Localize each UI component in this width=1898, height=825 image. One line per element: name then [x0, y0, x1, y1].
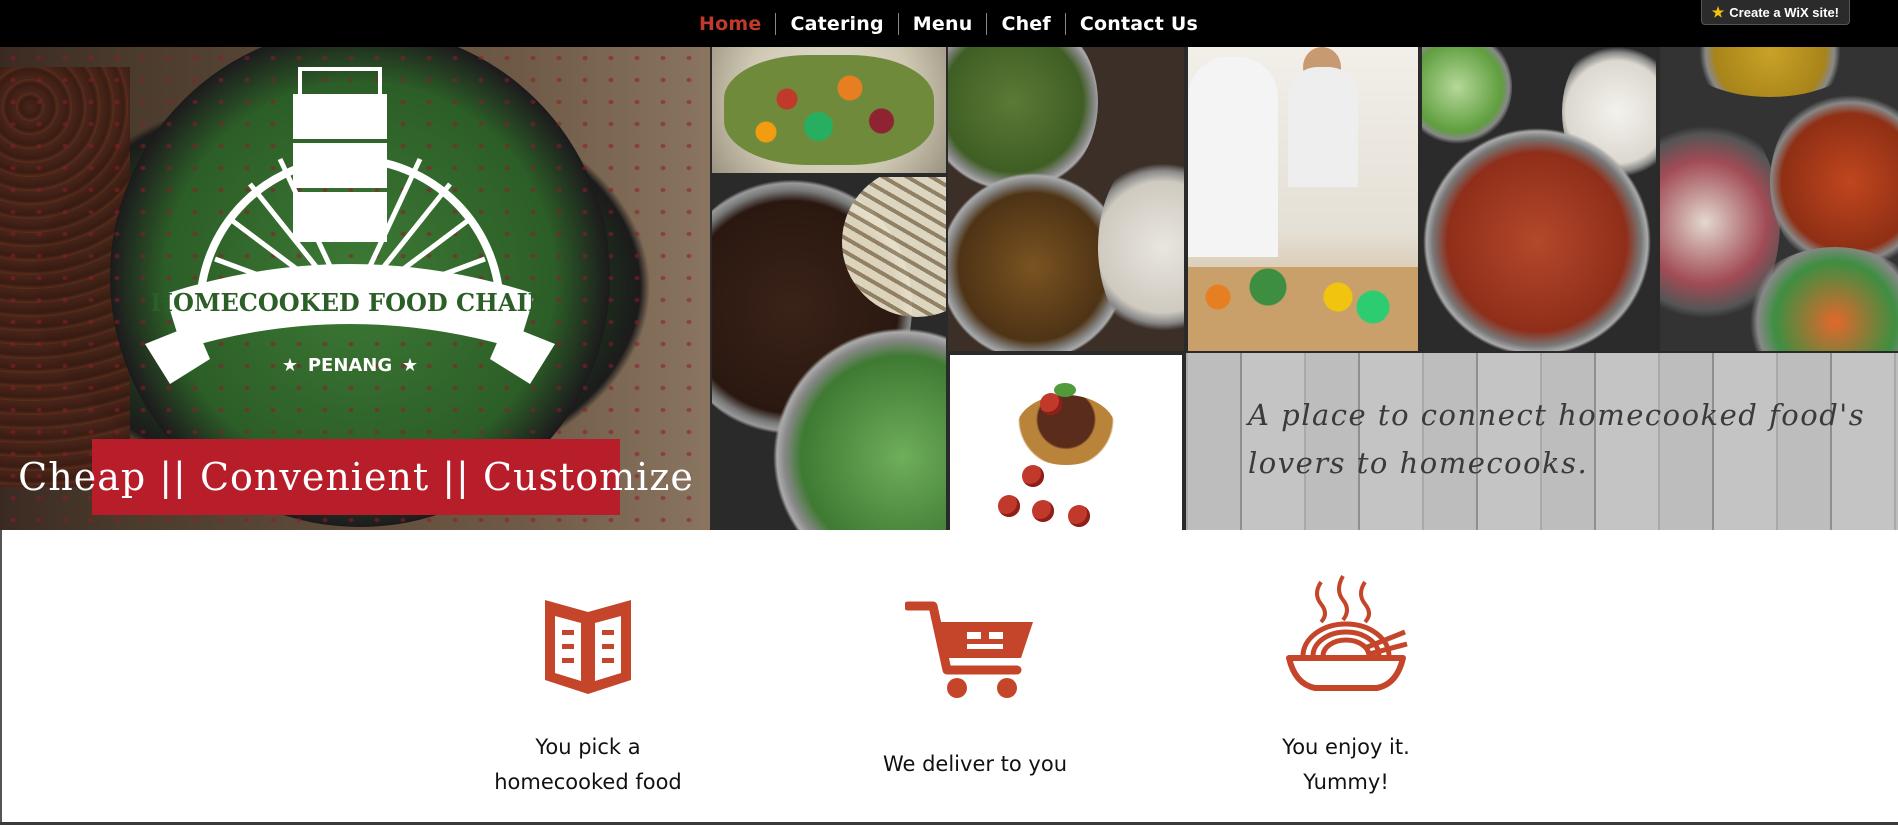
cooking-couple-image [1188, 47, 1418, 351]
homecooked-food-chain-logo: HOMECOOKED FOOD CHAIN PENANG ★ ★ [145, 67, 555, 384]
step-label: You enjoy it. [1282, 735, 1410, 759]
tagline-banner: Cheap || Convenient || Customize [18, 439, 693, 515]
logo-star-icon: ★ [402, 355, 418, 375]
assorted-dishes-image [1660, 47, 1898, 351]
salad-plate-image [712, 47, 946, 173]
curry-pots-image [1422, 47, 1656, 351]
slogan-wood-panel: A place to connect homecooked food's lov… [1186, 353, 1898, 530]
hero-salad-image: HOMECOOKED FOOD CHAIN PENANG ★ ★ Cheap |… [0, 47, 710, 530]
dessert-tart-image [950, 355, 1182, 530]
vegetable-pots-image [948, 47, 1184, 351]
logo-star-icon: ★ [282, 355, 298, 375]
nav-menu[interactable]: Menu [899, 13, 987, 35]
nav-catering[interactable]: Catering [776, 13, 897, 35]
step-label: We deliver to you [882, 752, 1068, 776]
wix-star-icon: ★ [1711, 3, 1725, 20]
logo-title-text: HOMECOOKED FOOD CHAIN [150, 288, 549, 317]
hero-collage: HOMECOOKED FOOD CHAIN PENANG ★ ★ Cheap |… [0, 47, 1898, 530]
nav-chef[interactable]: Chef [987, 13, 1064, 35]
slogan-text: A place to connect homecooked food's lov… [1248, 398, 1866, 480]
page-border [0, 530, 2, 825]
tiffin-dishes-image [712, 177, 946, 530]
noodle-bowl-icon [1286, 575, 1408, 691]
main-navigation: Home Catering Menu Chef Contact Us [0, 0, 1898, 47]
step-label: You pick a [535, 735, 641, 759]
how-it-works-section: You pick a homecooked food We deliver to… [0, 530, 1898, 825]
step-label: Yummy! [1303, 770, 1389, 794]
wix-badge-label: Create a WiX site! [1729, 4, 1839, 20]
logo-location-text: PENANG [308, 355, 392, 376]
nav-contact-us[interactable]: Contact Us [1066, 13, 1212, 35]
shopping-cart-icon [905, 601, 1033, 698]
tagline-text: Cheap || Convenient || Customize [18, 455, 694, 499]
step-label: homecooked food [494, 770, 682, 794]
menu-book-icon [545, 600, 631, 694]
nav-home[interactable]: Home [685, 13, 775, 35]
create-wix-site-button[interactable]: ★ Create a WiX site! [1700, 0, 1850, 25]
tiffin-carrier-icon [293, 67, 387, 242]
